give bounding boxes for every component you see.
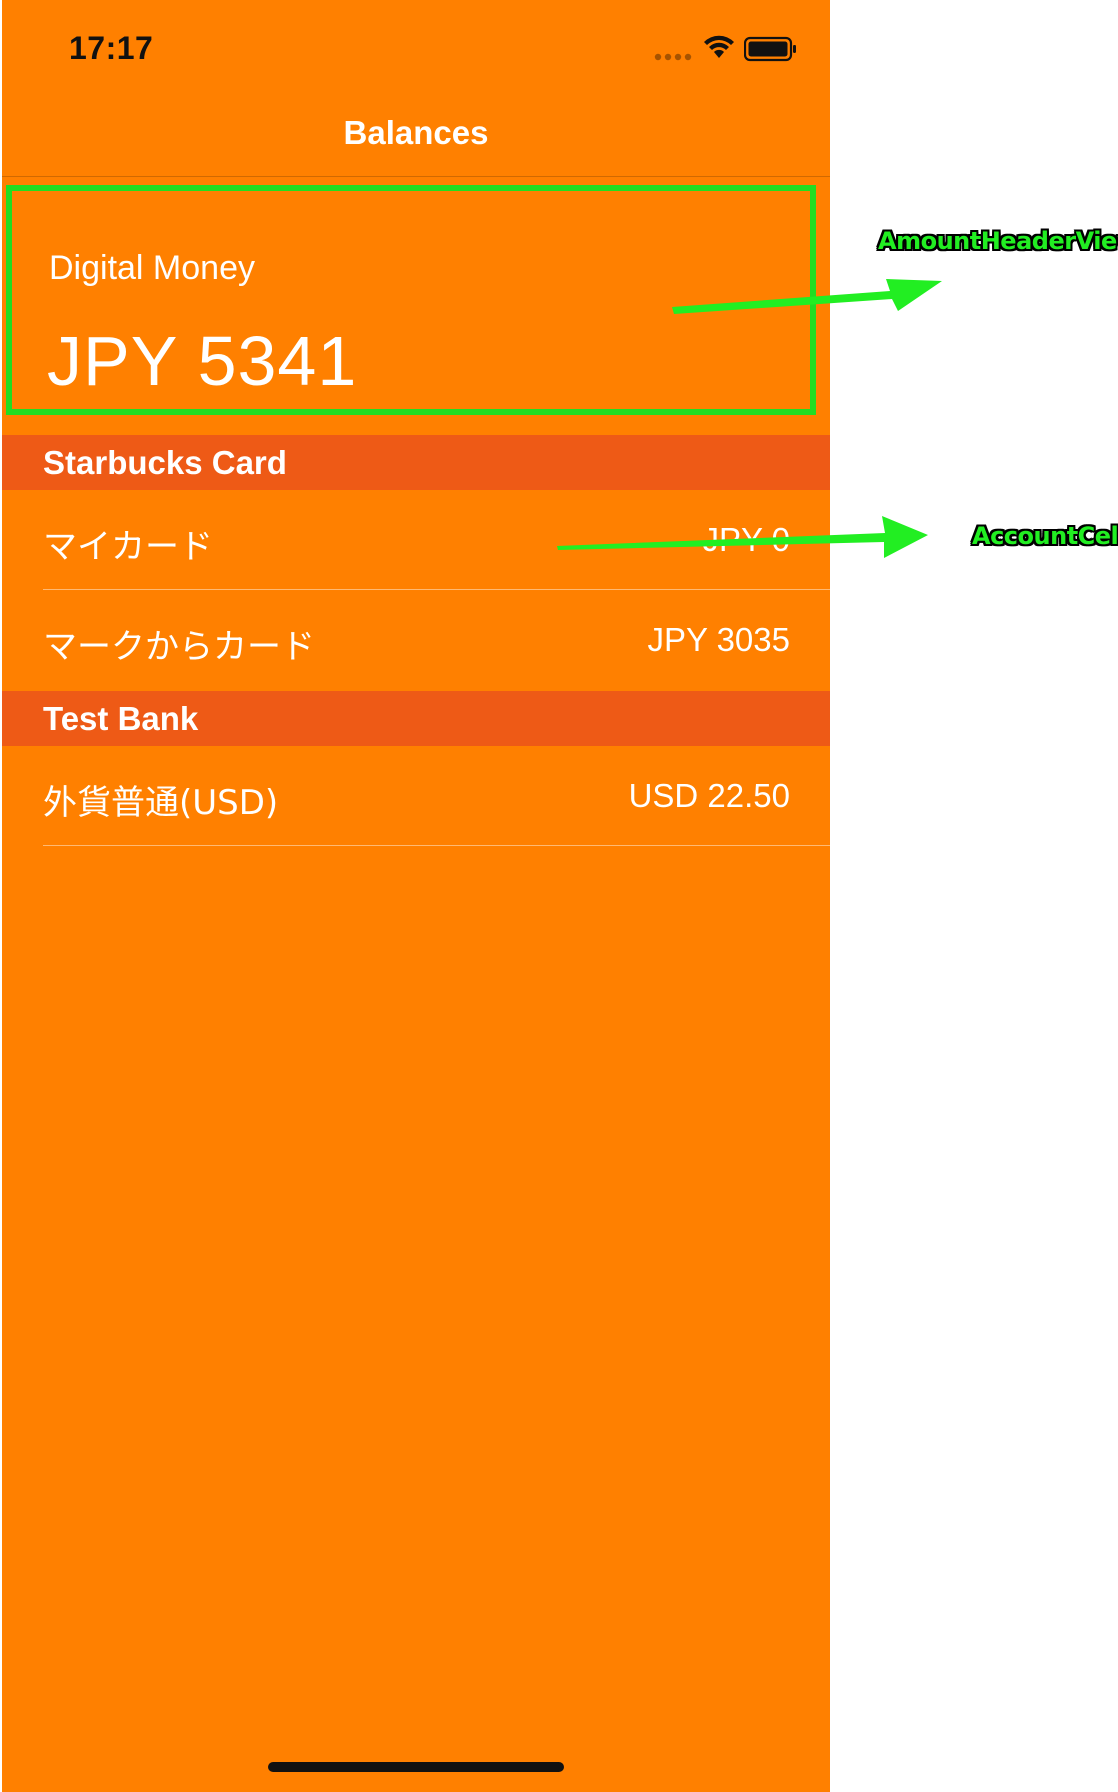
annotation-label-amount-header: AmountHeaderView bbox=[878, 227, 1118, 255]
account-cell[interactable]: マークからカード JPY 3035 bbox=[2, 590, 830, 690]
section-header-starbucks: Starbucks Card bbox=[2, 435, 830, 490]
amount-header-label: Digital Money bbox=[49, 249, 255, 287]
section-title: Starbucks Card bbox=[43, 444, 287, 481]
signal-icon bbox=[654, 53, 692, 61]
account-name: マイカード bbox=[43, 527, 213, 567]
annotation-label-account-cell: AccountCell bbox=[972, 522, 1118, 550]
navigation-bar: Balances bbox=[2, 100, 830, 177]
account-balance: USD 22.50 bbox=[628, 777, 790, 814]
amount-header-view: Digital Money JPY 5341 bbox=[6, 185, 816, 415]
account-cell[interactable]: マイカード JPY 0 bbox=[2, 490, 830, 590]
cell-separator bbox=[43, 845, 830, 846]
nav-title: Balances bbox=[343, 114, 489, 151]
section-header-test-bank: Test Bank bbox=[2, 691, 830, 746]
wifi-icon bbox=[704, 35, 734, 58]
home-indicator bbox=[268, 1762, 564, 1772]
phone-screen: 17:17 Balances Digital Money JPY 5341 St… bbox=[2, 0, 830, 1792]
status-time: 17:17 bbox=[69, 30, 154, 66]
account-name: マークからカード bbox=[43, 627, 315, 667]
amount-header-value: JPY 5341 bbox=[47, 322, 358, 400]
section-title: Test Bank bbox=[43, 700, 199, 737]
battery-icon bbox=[744, 36, 796, 62]
account-balance: JPY 3035 bbox=[647, 621, 790, 658]
account-cell[interactable]: 外貨普通(USD) USD 22.50 bbox=[2, 746, 830, 846]
status-bar: 17:17 bbox=[2, 0, 830, 100]
account-balance: JPY 0 bbox=[702, 521, 790, 558]
account-name: 外貨普通(USD) bbox=[43, 783, 279, 823]
